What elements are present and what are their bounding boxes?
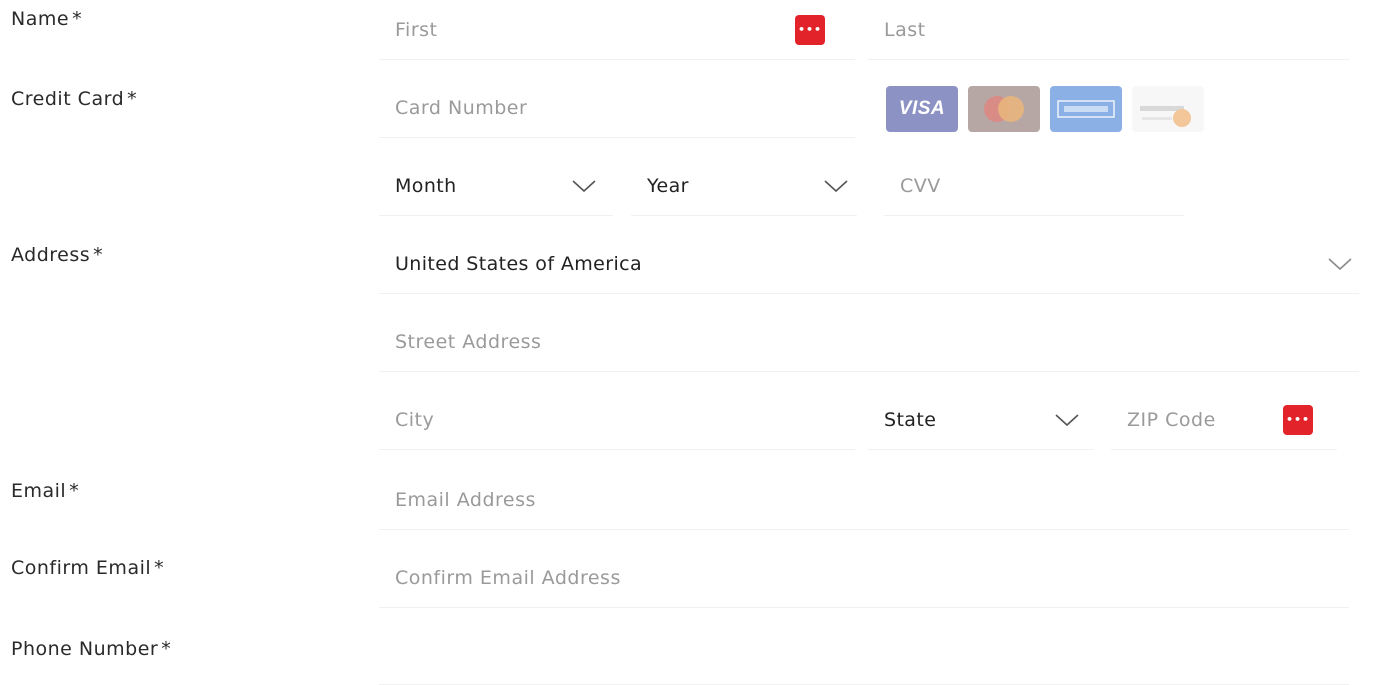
chevron-down-icon (1055, 413, 1079, 426)
month-select[interactable]: Month (379, 156, 613, 216)
first-name-placeholder: First (395, 18, 438, 41)
street-address-placeholder: Street Address (395, 330, 542, 353)
city-placeholder: City (395, 408, 435, 431)
last-name-placeholder: Last (884, 18, 926, 41)
last-name-input[interactable]: Last (868, 0, 1350, 60)
card-number-placeholder: Card Number (395, 96, 528, 119)
year-select-value: Year (647, 174, 689, 197)
discover-icon (1132, 86, 1204, 132)
password-manager-icon[interactable]: ••• (795, 14, 825, 45)
checkout-form: Name * Credit Card * Address * Email * Confi… (0, 0, 1374, 685)
password-manager-icon[interactable]: ••• (1283, 404, 1313, 435)
cvv-input[interactable]: CVV (884, 156, 1184, 216)
chevron-down-icon (1328, 257, 1352, 270)
first-name-input[interactable]: First ••• (379, 0, 855, 60)
confirm-email-input[interactable]: Confirm Email Address (379, 548, 1349, 608)
phone-number-label: Phone Number * (11, 638, 172, 660)
zip-code-input[interactable]: ZIP Code ••• (1111, 390, 1337, 450)
credit-card-label: Credit Card * (11, 88, 138, 110)
visa-icon: VISA (886, 86, 958, 132)
city-input[interactable]: City (379, 390, 855, 450)
street-address-input[interactable]: Street Address (379, 312, 1359, 372)
year-select[interactable]: Year (631, 156, 857, 216)
country-select[interactable]: United States of America (379, 234, 1359, 294)
amex-icon (1050, 86, 1122, 132)
name-label: Name * (11, 8, 83, 30)
state-select-value: State (884, 408, 937, 431)
email-input[interactable]: Email Address (379, 470, 1349, 530)
country-select-value: United States of America (395, 252, 643, 275)
confirm-email-placeholder: Confirm Email Address (395, 566, 621, 589)
confirm-email-label: Confirm Email * (11, 557, 165, 579)
chevron-down-icon (824, 179, 848, 192)
zip-code-placeholder: ZIP Code (1127, 408, 1216, 431)
email-placeholder: Email Address (395, 488, 536, 511)
mastercard-icon (968, 86, 1040, 132)
email-label: Email * (11, 480, 80, 502)
cvv-placeholder: CVV (900, 174, 941, 197)
month-select-value: Month (395, 174, 457, 197)
address-label: Address * (11, 244, 104, 266)
state-select[interactable]: State (868, 390, 1094, 450)
phone-number-input[interactable] (379, 626, 1349, 685)
card-number-input[interactable]: Card Number (379, 78, 855, 138)
chevron-down-icon (572, 179, 596, 192)
